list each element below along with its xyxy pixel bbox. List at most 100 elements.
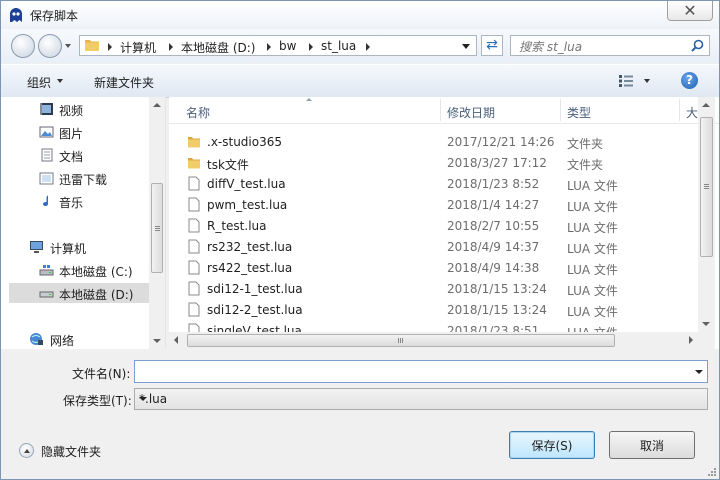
- filename-input[interactable]: [139, 363, 683, 382]
- scroll-up-arrow[interactable]: [702, 103, 710, 107]
- column-header-name[interactable]: 名称: [186, 104, 210, 121]
- breadcrumb-separator[interactable]: [108, 43, 112, 51]
- breadcrumb-separator[interactable]: [309, 43, 313, 51]
- nav-item-label: 图片: [59, 127, 84, 141]
- file-name: R_test.lua: [207, 219, 267, 233]
- breadcrumb-drive-d[interactable]: 本地磁盘 (D:): [181, 39, 255, 56]
- new-folder-button[interactable]: 新建文件夹: [94, 74, 154, 91]
- nav-item-computer[interactable]: 计算机: [1, 237, 149, 257]
- cancel-button[interactable]: 取消: [609, 431, 695, 459]
- file-row[interactable]: rs422_test.lua 2018/4/9 14:38 LUA 文件: [169, 257, 689, 278]
- documents-library-icon: [41, 148, 53, 162]
- file-list-pane: 名称 修改日期 类型 大 .x-studio365 2017/12/21 14:…: [169, 97, 719, 349]
- file-row[interactable]: rs232_test.lua 2018/4/9 14:37 LUA 文件: [169, 236, 689, 257]
- file-name: sdi12-1_test.lua: [207, 282, 303, 296]
- nav-item-network[interactable]: 网络: [1, 329, 149, 349]
- nav-item-label: 本地磁盘 (C:): [59, 265, 133, 279]
- help-icon[interactable]: ?: [681, 72, 698, 89]
- refresh-button[interactable]: ⇄: [481, 35, 503, 56]
- nav-item-drive-c[interactable]: 本地磁盘 (C:): [1, 260, 149, 280]
- scroll-left-arrow[interactable]: [174, 336, 178, 344]
- search-input[interactable]: [517, 37, 691, 56]
- file-list-horizontal-scrollbar[interactable]: [169, 332, 698, 349]
- nav-item-documents[interactable]: 文档: [1, 145, 149, 165]
- title-bar: 保存脚本 ✕: [1, 1, 719, 30]
- file-icon: [188, 176, 200, 191]
- file-row[interactable]: tsk文件 2018/3/27 17:12 文件夹: [169, 152, 689, 173]
- column-header-date[interactable]: 修改日期: [447, 104, 495, 121]
- recent-locations-dropdown[interactable]: [65, 44, 71, 48]
- file-icon: [188, 260, 200, 275]
- file-icon: [188, 281, 200, 296]
- scrollbar-grip: [155, 226, 160, 227]
- breadcrumb-computer[interactable]: 计算机: [120, 39, 156, 56]
- file-row[interactable]: diffV_test.lua 2018/1/23 8:52 LUA 文件: [169, 173, 689, 194]
- file-name: rs422_test.lua: [207, 261, 293, 275]
- scrollbar-thumb[interactable]: [187, 334, 615, 347]
- search-box[interactable]: [510, 35, 710, 56]
- file-row[interactable]: sdi12-1_test.lua 2018/1/15 13:24 LUA 文件: [169, 278, 689, 299]
- column-divider[interactable]: [679, 99, 680, 121]
- file-list-vertical-scrollbar[interactable]: [698, 97, 715, 332]
- filename-combobox[interactable]: [134, 360, 708, 383]
- network-icon: [30, 333, 43, 345]
- breadcrumb-st-lua[interactable]: st_lua: [321, 39, 356, 53]
- nav-item-drive-d[interactable]: 本地磁盘 (D:): [9, 283, 149, 303]
- view-dropdown-arrow[interactable]: [644, 79, 650, 83]
- address-bar[interactable]: 计算机 本地磁盘 (D:) bw st_lua: [79, 35, 477, 56]
- nav-item-thunder-download[interactable]: 迅雷下载: [1, 168, 149, 188]
- organize-button[interactable]: 组织: [27, 74, 51, 91]
- file-type: LUA 文件: [567, 179, 618, 193]
- breadcrumb-separator[interactable]: [267, 43, 271, 51]
- file-type: 文件夹: [567, 158, 604, 172]
- file-row[interactable]: pwm_test.lua 2018/1/4 14:27 LUA 文件: [169, 194, 689, 215]
- file-row[interactable]: sdi12-2_test.lua 2018/1/15 13:24 LUA 文件: [169, 299, 689, 320]
- forward-button[interactable]: [38, 34, 62, 58]
- nav-item-pictures[interactable]: 图片: [1, 122, 149, 142]
- scroll-down-arrow[interactable]: [702, 322, 710, 326]
- nav-pane-scrollbar[interactable]: [149, 97, 165, 349]
- column-header-size[interactable]: 大: [686, 104, 698, 121]
- breadcrumb-bw[interactable]: bw: [279, 39, 296, 53]
- chevron-down-icon[interactable]: [462, 44, 470, 49]
- chevron-down-icon[interactable]: [695, 370, 703, 374]
- column-divider[interactable]: [440, 99, 441, 121]
- resize-grip-icon[interactable]: [707, 467, 717, 477]
- breadcrumb-separator[interactable]: [169, 43, 173, 51]
- file-row[interactable]: .x-studio365 2017/12/21 14:26 文件夹: [169, 131, 689, 152]
- scrollbar-corner: [698, 332, 715, 349]
- save-button[interactable]: 保存(S): [509, 431, 595, 459]
- chevron-down-icon[interactable]: [139, 397, 147, 401]
- folder-icon: [85, 40, 99, 51]
- column-headers: 名称 修改日期 类型 大: [169, 97, 719, 124]
- column-divider[interactable]: [560, 99, 561, 121]
- file-row[interactable]: R_test.lua 2018/2/7 10:55 LUA 文件: [169, 215, 689, 236]
- navigation-pane: 视频 图片 文档 迅雷下载 音乐 计算机 本地磁盘 (C:) 本地磁盘 (D:)…: [1, 97, 166, 349]
- scrollbar-thumb[interactable]: [700, 117, 713, 257]
- thunder-download-icon: [39, 172, 54, 185]
- nav-item-video[interactable]: 视频: [1, 99, 149, 119]
- scrollbar-thumb[interactable]: [151, 183, 163, 273]
- breadcrumb-separator[interactable]: [366, 43, 370, 51]
- file-type: LUA 文件: [567, 305, 618, 319]
- command-toolbar: 组织 新建文件夹 ?: [1, 64, 719, 98]
- hide-folders-toggle[interactable]: 隐藏文件夹: [19, 442, 139, 460]
- file-icon: [188, 302, 200, 317]
- nav-item-label: 本地磁盘 (D:): [59, 288, 134, 302]
- nav-item-music[interactable]: 音乐: [1, 191, 149, 211]
- computer-icon: [30, 241, 43, 253]
- back-button[interactable]: [11, 34, 35, 58]
- file-type: LUA 文件: [567, 284, 618, 298]
- scroll-down-arrow[interactable]: [153, 339, 161, 343]
- scroll-right-arrow[interactable]: [689, 336, 693, 344]
- close-button[interactable]: ✕: [667, 1, 713, 21]
- search-icon[interactable]: [691, 39, 704, 52]
- nav-item-label: 文档: [59, 150, 84, 164]
- filetype-select[interactable]: *.lua: [134, 388, 708, 410]
- close-icon: ✕: [683, 1, 697, 20]
- column-header-type[interactable]: 类型: [567, 104, 591, 121]
- view-options-icon[interactable]: [619, 75, 633, 87]
- file-type: 文件夹: [567, 137, 604, 151]
- scroll-up-arrow[interactable]: [153, 103, 161, 107]
- navigation-buttons: [9, 34, 71, 58]
